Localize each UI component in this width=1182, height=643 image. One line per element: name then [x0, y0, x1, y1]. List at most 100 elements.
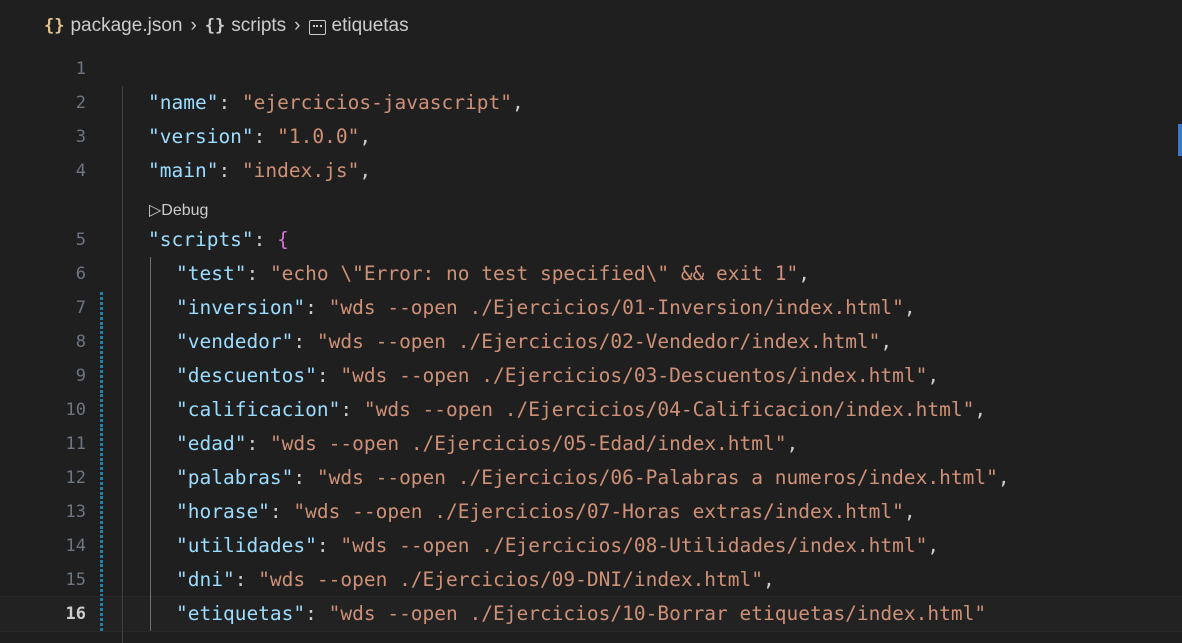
code-line[interactable]: 16 "etiquetas": "wds --open ./Ejercicios/…: [0, 596, 1182, 632]
git-change-indicator[interactable]: [100, 359, 103, 393]
json-key: "vendedor": [176, 330, 294, 353]
breadcrumb-key[interactable]: etiquetas: [332, 15, 409, 37]
json-string-value: "echo \"Error: no test specified\" && ex…: [269, 262, 799, 285]
line-number: 14: [65, 536, 86, 556]
code-line[interactable]: 9 "descuentos": "wds --open ./Ejercicios/…: [0, 359, 1182, 393]
json-key: "scripts": [148, 228, 254, 251]
code-line[interactable]: 10 "calificacion": "wds --open ./Ejercici…: [0, 393, 1182, 427]
json-key: "utilidades": [176, 534, 317, 557]
line-number: 15: [65, 570, 86, 590]
breadcrumb-file[interactable]: package.json: [70, 15, 182, 37]
code-line[interactable]: 13 "horase": "wds --open ./Ejercicios/07-…: [0, 495, 1182, 529]
line-number: 4: [75, 161, 86, 181]
git-change-indicator[interactable]: [100, 291, 103, 325]
json-string-value: "wds --open ./Ejercicios/09-DNI/index.ht…: [258, 568, 764, 591]
line-number: 6: [75, 264, 86, 284]
punctuation: ,: [974, 398, 987, 421]
breadcrumb: {} package.json › {} scripts › etiquetas: [0, 0, 1182, 52]
code-text: "descuentos": "wds --open ./Ejercicios/0…: [176, 364, 940, 387]
code-text: "edad": "wds --open ./Ejercicios/05-Edad…: [176, 432, 799, 455]
json-key: "descuentos": [176, 364, 317, 387]
json-string-value: "wds --open ./Ejercicios/03-Descuentos/i…: [340, 364, 928, 387]
git-change-indicator[interactable]: [100, 597, 103, 631]
git-change-indicator[interactable]: [100, 393, 103, 427]
chevron-right-icon: ›: [190, 15, 197, 36]
punctuation: ,: [927, 534, 940, 557]
json-key: "main": [148, 159, 219, 182]
code-line[interactable]: 6 "test": "echo \"Error: no test specifie…: [0, 257, 1182, 291]
json-key: "etiquetas": [176, 602, 306, 625]
chevron-right-icon: ›: [294, 15, 301, 36]
code-text: "horase": "wds --open ./Ejercicios/07-Ho…: [176, 500, 916, 523]
indent-guide-active: [150, 257, 151, 631]
punctuation: ,: [903, 296, 916, 319]
line-number: 12: [65, 468, 86, 488]
code-line[interactable]: 3 "version": "1.0.0",: [0, 120, 1182, 154]
git-change-indicator[interactable]: [100, 529, 103, 563]
object-braces-icon: {}: [204, 16, 226, 36]
line-number: 1: [75, 59, 86, 79]
git-change-indicator[interactable]: [100, 495, 103, 529]
json-key: "dni": [176, 568, 235, 591]
code-editor[interactable]: ▷Debug 1 2 "name": "ejercicios-javascript"…: [0, 52, 1182, 643]
json-string-value: "1.0.0": [277, 125, 360, 148]
json-string-value: "wds --open ./Ejercicios/05-Edad/index.h…: [269, 432, 787, 455]
code-text: "dni": "wds --open ./Ejercicios/09-DNI/i…: [176, 568, 775, 591]
punctuation: ,: [763, 568, 775, 591]
code-line[interactable]: 11 "edad": "wds --open ./Ejercicios/05-Ed…: [0, 427, 1182, 461]
json-string-value: "wds --open ./Ejercicios/10-Borrar etiqu…: [328, 602, 987, 625]
code-line[interactable]: 1: [0, 52, 1182, 86]
json-key: "edad": [176, 432, 247, 455]
code-text: "test": "echo \"Error: no test specified…: [176, 262, 810, 285]
code-line[interactable]: 2 "name": "ejercicios-javascript",: [0, 86, 1182, 120]
code-line[interactable]: 12 "palabras": "wds --open ./Ejercicios/0…: [0, 461, 1182, 495]
punctuation: ,: [903, 500, 916, 523]
breadcrumb-section[interactable]: scripts: [231, 15, 286, 37]
indent-guide: [122, 86, 123, 643]
line-number: 10: [65, 400, 86, 420]
punctuation: ,: [798, 262, 810, 285]
code-text: "version": "1.0.0",: [148, 125, 372, 148]
json-key: "inversion": [176, 296, 306, 319]
json-string-value: "wds --open ./Ejercicios/01-Inversion/in…: [328, 296, 904, 319]
code-line[interactable]: 14 "utilidades": "wds --open ./Ejercicios…: [0, 529, 1182, 563]
json-string-value: "wds --open ./Ejercicios/06-Palabras a n…: [316, 466, 998, 489]
code-text: "inversion": "wds --open ./Ejercicios/01…: [176, 296, 916, 319]
json-string-value: "wds --open ./Ejercicios/02-Vendedor/ind…: [316, 330, 881, 353]
punctuation: ,: [927, 364, 940, 387]
code-text: "name": "ejercicios-javascript",: [148, 91, 524, 114]
code-line[interactable]: 8 "vendedor": "wds --open ./Ejercicios/02…: [0, 325, 1182, 359]
git-change-indicator[interactable]: [100, 325, 103, 359]
line-number: 16: [65, 604, 86, 624]
line-number: 3: [75, 127, 86, 147]
line-number: 9: [75, 366, 86, 386]
line-number: 7: [75, 298, 86, 318]
json-string-value: "index.js": [241, 159, 360, 182]
line-number: 2: [75, 93, 86, 113]
punctuation: ,: [359, 159, 372, 182]
line-number: 8: [75, 332, 86, 352]
json-string-value: "ejercicios-javascript": [241, 91, 512, 114]
open-brace: {: [277, 228, 289, 251]
code-text: "calificacion": "wds --open ./Ejercicios…: [176, 398, 987, 421]
json-string-value: "wds --open ./Ejercicios/07-Horas extras…: [293, 500, 904, 523]
git-change-indicator[interactable]: [100, 427, 103, 461]
code-line[interactable]: 15 "dni": "wds --open ./Ejercicios/09-DNI…: [0, 563, 1182, 597]
json-key: "version": [148, 125, 254, 148]
code-text: "vendedor": "wds --open ./Ejercicios/02-…: [176, 330, 893, 353]
code-line[interactable]: 4 "main": "index.js",: [0, 154, 1182, 188]
code-line[interactable]: 7 "inversion": "wds --open ./Ejercicios/0…: [0, 291, 1182, 325]
line-number: 5: [75, 230, 86, 250]
json-braces-icon: {}: [44, 16, 65, 36]
punctuation: ,: [511, 91, 524, 114]
debug-codelens[interactable]: ▷Debug: [149, 199, 208, 223]
git-change-indicator[interactable]: [100, 563, 103, 597]
code-text: "main": "index.js",: [148, 159, 372, 182]
git-change-indicator[interactable]: [100, 461, 103, 495]
json-key: "palabras": [176, 466, 294, 489]
json-key: "horase": [176, 500, 270, 523]
code-text: "utilidades": "wds --open ./Ejercicios/0…: [176, 534, 940, 557]
code-line[interactable]: 5 "scripts": {: [0, 223, 1182, 257]
code-text: "etiquetas": "wds --open ./Ejercicios/10…: [176, 602, 987, 625]
punctuation: ,: [786, 432, 799, 455]
